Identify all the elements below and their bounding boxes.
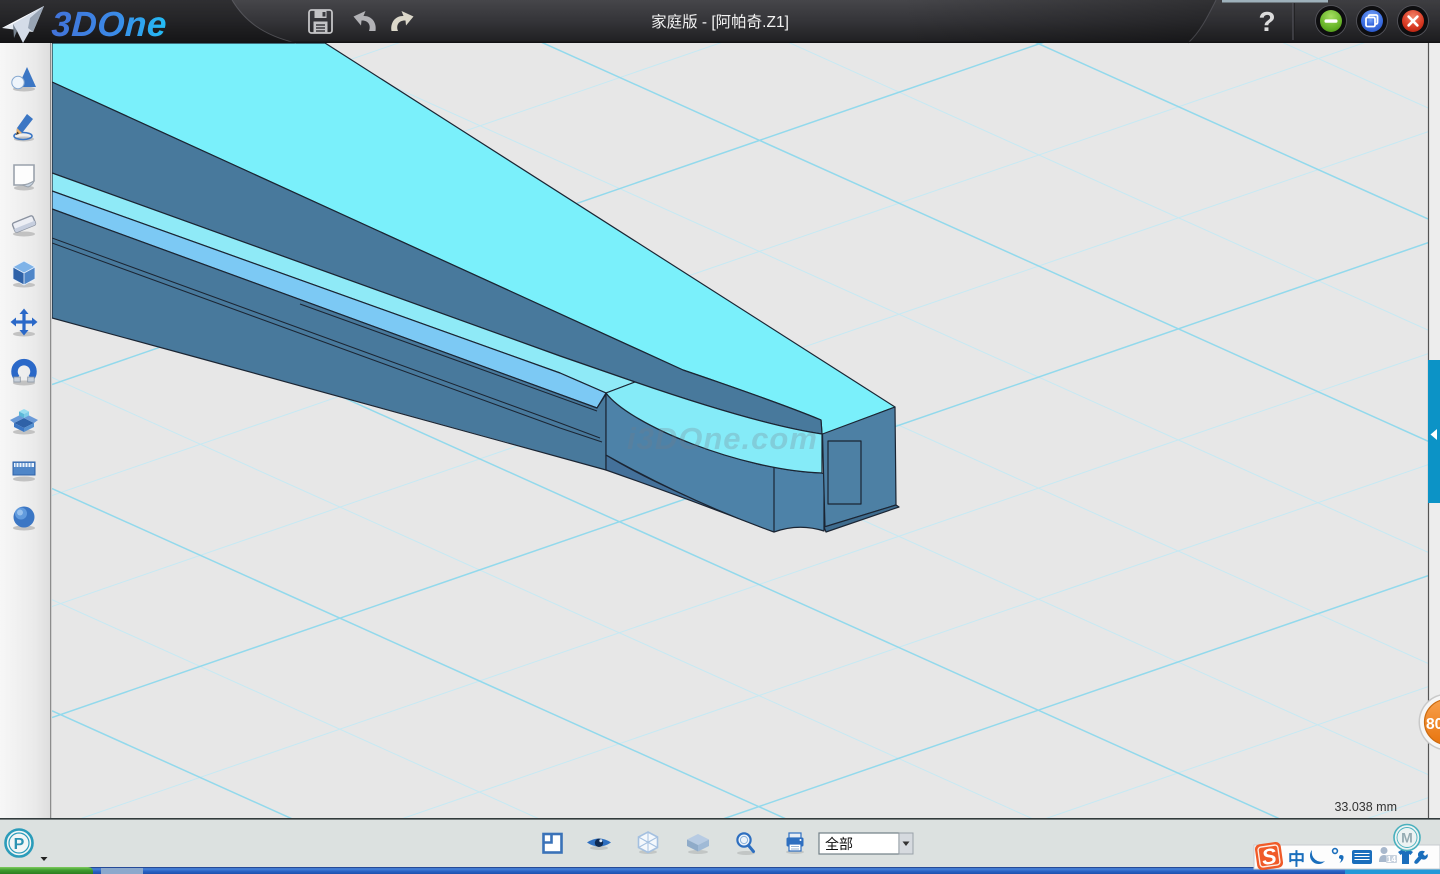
svg-text:14: 14 — [1387, 855, 1396, 864]
svg-text:家庭版 - [阿帕奇.Z1]: 家庭版 - [阿帕奇.Z1] — [651, 13, 789, 31]
svg-text:3DOne: 3DOne — [51, 5, 168, 44]
svg-text:?: ? — [1258, 6, 1275, 37]
svg-text:中: 中 — [1288, 849, 1305, 869]
svg-text:33.038 mm: 33.038 mm — [1334, 800, 1397, 814]
svg-text:全部: 全部 — [825, 836, 853, 852]
svg-text:M: M — [1401, 830, 1413, 846]
svg-text:P: P — [14, 836, 25, 853]
svg-text:i3DOne.com: i3DOne.com — [627, 421, 818, 456]
svg-text:80: 80 — [1426, 716, 1440, 733]
